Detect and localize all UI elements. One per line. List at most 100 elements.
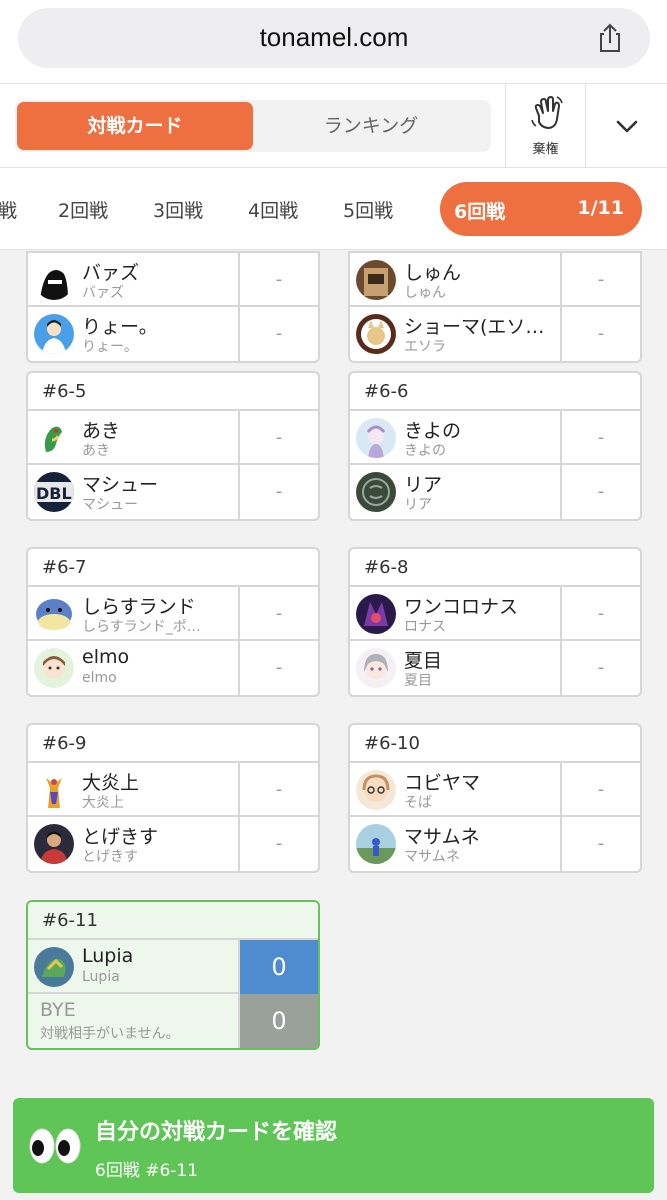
- player-row[interactable]: マサムネ マサムネ -: [350, 817, 640, 871]
- avatar: [34, 594, 74, 634]
- tab-round-1[interactable]: 戦: [0, 196, 17, 223]
- player-score: -: [560, 253, 640, 307]
- player-name: ワンコロナス: [404, 596, 519, 618]
- player-username: マサムネ: [404, 849, 460, 865]
- player-name: あき: [82, 420, 121, 442]
- player-name: バァズ: [82, 262, 140, 284]
- match-id: #6-5: [28, 373, 318, 411]
- avatar: [356, 648, 396, 688]
- player-row[interactable]: ショーマ(エソ… エソラ -: [350, 307, 640, 361]
- banner-subtitle: 6回戦 #6-11: [95, 1161, 199, 1181]
- avatar: [356, 314, 396, 354]
- avatar: [34, 314, 74, 354]
- player-row[interactable]: 大炎上 大炎上 -: [28, 763, 318, 817]
- match-card-current[interactable]: #6-11 Lupia Lupia 0 BYE 対戦相手がいません。 0: [26, 900, 320, 1050]
- address-bar[interactable]: tonamel.com: [18, 8, 650, 68]
- player-name: 夏目: [404, 650, 443, 672]
- player-name: しゅん: [404, 262, 462, 284]
- player-row[interactable]: Lupia Lupia 0: [28, 940, 318, 994]
- tab-match-cards[interactable]: 対戦カード: [17, 102, 253, 150]
- tab-round-6[interactable]: 6回戦 1/11: [440, 182, 642, 236]
- player-row-bye: BYE 対戦相手がいません。 0: [28, 994, 318, 1048]
- match-id: #6-10: [350, 725, 640, 763]
- player-score: -: [238, 587, 318, 641]
- match-card[interactable]: #6-9 大炎上 大炎上 - とげきす とげきす -: [26, 723, 320, 873]
- player-username: リア: [404, 497, 432, 513]
- forfeit-button[interactable]: 棄権: [505, 84, 586, 168]
- match-id: #6-9: [28, 725, 318, 763]
- player-username: バァズ: [82, 285, 124, 301]
- tab-ranking[interactable]: ランキング: [253, 102, 489, 150]
- tab-round-5[interactable]: 5回戦: [343, 196, 393, 223]
- avatar: [356, 260, 396, 300]
- avatar: [34, 770, 74, 810]
- player-name: 大炎上: [82, 772, 140, 794]
- avatar: DBL: [34, 472, 74, 512]
- player-name: りょー。: [82, 316, 158, 338]
- player-score: -: [238, 465, 318, 519]
- avatar: [34, 260, 74, 300]
- avatar: [34, 418, 74, 458]
- match-card[interactable]: #6-6 きよの きよの - リア リア -: [348, 371, 642, 521]
- avatar: [34, 824, 74, 864]
- player-row[interactable]: バァズ バァズ -: [28, 253, 318, 307]
- player-name: ショーマ(エソ…: [404, 316, 545, 338]
- player-name: とげきす: [82, 826, 159, 848]
- match-id: #6-8: [350, 549, 640, 587]
- player-name: しらすランド: [82, 596, 196, 618]
- avatar: [34, 947, 74, 987]
- match-id: #6-7: [28, 549, 318, 587]
- player-row[interactable]: リア リア -: [350, 465, 640, 519]
- svg-text:DBL: DBL: [36, 484, 72, 503]
- player-row[interactable]: しゅん しゅん -: [350, 253, 640, 307]
- player-username: ロナス: [404, 619, 446, 635]
- player-score: -: [238, 253, 318, 307]
- match-card[interactable]: #6-8 ワンコロナス ロナス - 夏目 夏目 -: [348, 547, 642, 697]
- player-name: マサムネ: [404, 826, 480, 848]
- match-card[interactable]: #6-7 しらすランド しらすランド_ポ… - elmo elmo -: [26, 547, 320, 697]
- player-row[interactable]: DBL マシュー マシュー -: [28, 465, 318, 519]
- player-name: BYE: [40, 999, 76, 1021]
- player-username: Lupia: [82, 969, 120, 985]
- player-name: マシュー: [82, 474, 159, 496]
- player-row[interactable]: しらすランド しらすランド_ポ… -: [28, 587, 318, 641]
- player-username: 大炎上: [82, 795, 124, 811]
- share-icon[interactable]: [594, 22, 626, 54]
- player-score: -: [238, 817, 318, 871]
- match-id: #6-11: [28, 902, 318, 940]
- player-row[interactable]: きよの きよの -: [350, 411, 640, 465]
- player-row[interactable]: elmo elmo -: [28, 641, 318, 695]
- player-row[interactable]: 夏目 夏目 -: [350, 641, 640, 695]
- player-score: -: [560, 587, 640, 641]
- player-row[interactable]: とげきす とげきす -: [28, 817, 318, 871]
- player-row[interactable]: ワンコロナス ロナス -: [350, 587, 640, 641]
- player-row[interactable]: あき あき -: [28, 411, 318, 465]
- tab-round-3[interactable]: 3回戦: [153, 196, 203, 223]
- match-card[interactable]: しゅん しゅん - ショーマ(エソ… エソラ -: [348, 251, 642, 363]
- waving-hand-icon: [531, 96, 563, 129]
- menu-toggle[interactable]: [586, 84, 667, 168]
- player-username: しゅん: [404, 285, 446, 301]
- player-name: きよの: [404, 420, 462, 442]
- player-row[interactable]: りょー。 りょー。 -: [28, 307, 318, 361]
- banner-title: 自分の対戦カードを確認: [95, 1120, 338, 1145]
- player-score: 0: [238, 940, 318, 994]
- player-score: -: [238, 763, 318, 817]
- player-username: elmo: [82, 670, 117, 686]
- player-row[interactable]: コビヤマ そば -: [350, 763, 640, 817]
- match-card[interactable]: バァズ バァズ - りょー。 りょー。 -: [26, 251, 320, 363]
- url-text[interactable]: tonamel.com: [18, 22, 650, 53]
- no-opponent-text: 対戦相手がいません。: [40, 1026, 180, 1042]
- match-list: バァズ バァズ - りょー。 りょー。 - しゅん しゅん - ショーマ(エソ……: [0, 251, 667, 1200]
- match-card[interactable]: #6-5 あき あき - DBL マシュー マシュー -: [26, 371, 320, 521]
- view-switcher: 対戦カード ランキング: [15, 100, 491, 152]
- match-card[interactable]: #6-10 コビヤマ そば - マサムネ マサムネ -: [348, 723, 642, 873]
- player-name: elmo: [82, 646, 130, 668]
- player-username: マシュー: [82, 497, 138, 513]
- tab-round-4[interactable]: 4回戦: [248, 196, 298, 223]
- avatar: [356, 824, 396, 864]
- avatar: [356, 594, 396, 634]
- player-score: -: [238, 411, 318, 465]
- my-match-banner[interactable]: 自分の対戦カードを確認 6回戦 #6-11: [13, 1098, 654, 1193]
- tab-round-2[interactable]: 2回戦: [58, 196, 108, 223]
